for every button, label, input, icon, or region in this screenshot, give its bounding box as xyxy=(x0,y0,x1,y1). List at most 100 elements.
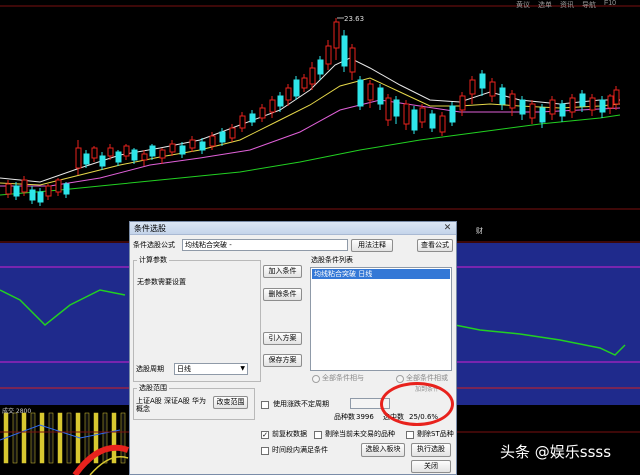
candle-body xyxy=(411,109,418,131)
candle-body xyxy=(189,139,196,149)
period-select-value: 日线 xyxy=(177,365,191,373)
view-formula-button[interactable]: 查看公式 xyxy=(417,239,453,252)
period-select[interactable]: 日线 ▼ xyxy=(174,363,248,375)
candle-body xyxy=(613,89,620,105)
candle-body xyxy=(45,185,52,197)
candle-body xyxy=(325,45,332,65)
top-menu-item-4[interactable]: 导航 xyxy=(582,0,596,9)
save-plan-button[interactable]: 保存方案 xyxy=(263,354,302,367)
candle-body xyxy=(569,97,576,113)
volume-bar xyxy=(30,412,36,464)
peak-price-label: 23.63 xyxy=(344,15,365,23)
delete-condition-button[interactable]: 删除条件 xyxy=(263,288,302,301)
bottom-panel-label: 成交 2800 xyxy=(2,408,32,415)
candle-body xyxy=(209,135,216,147)
uncertain-period-label: 使用涨跌不定周期 xyxy=(273,400,329,408)
condition-list-title: 选股条件列表 xyxy=(311,256,353,264)
chevron-down-icon: ▼ xyxy=(240,365,245,372)
candle-body xyxy=(13,185,20,197)
usage-notes-button[interactable]: 用法注释 xyxy=(351,239,393,252)
exclude-untraded-checkbox[interactable] xyxy=(314,431,322,439)
formula-label: 条件选股公式 xyxy=(133,241,175,249)
volume-bar xyxy=(48,412,54,464)
radio-all-and-label: 全部条件相与 xyxy=(322,374,364,382)
candle-body xyxy=(259,107,266,119)
to-board-button[interactable]: 选股入板块 xyxy=(361,443,405,457)
run-screen-button[interactable]: 执行选股 xyxy=(411,443,451,457)
volume-bar xyxy=(21,412,27,464)
candle-body xyxy=(75,147,82,169)
candle-body xyxy=(149,145,156,157)
candle-body xyxy=(367,83,374,101)
top-menu-item-1[interactable]: 黄议 xyxy=(516,0,530,9)
candle-body xyxy=(459,95,466,111)
candle-body xyxy=(539,107,546,123)
dialog-titlebar[interactable]: 条件选股 ✕ xyxy=(130,222,456,235)
close-button[interactable]: 关闭 xyxy=(411,460,451,473)
time-period-label: 时间段内满足条件 xyxy=(272,446,328,454)
top-menu-item-2[interactable]: 选单 xyxy=(538,0,552,9)
candle-body xyxy=(439,115,446,133)
candle-body xyxy=(419,107,426,123)
candle-body xyxy=(309,67,316,85)
candle-body xyxy=(589,97,596,111)
candle-body xyxy=(179,145,186,155)
dialog-title: 条件选股 xyxy=(134,224,166,233)
candle-body xyxy=(277,95,284,107)
params-group-title: 计算参数 xyxy=(137,256,169,265)
volume-bar xyxy=(102,412,108,464)
candle-body xyxy=(341,35,348,67)
close-icon[interactable]: ✕ xyxy=(442,223,453,233)
candle-body xyxy=(559,103,566,117)
candle-body xyxy=(285,87,292,101)
period-label: 选股周期 xyxy=(136,365,164,373)
condition-list-item[interactable]: 均线粘合突破 日线 xyxy=(312,269,450,279)
candle-body xyxy=(519,99,526,115)
radio-all-and[interactable] xyxy=(312,375,320,383)
candle-body xyxy=(469,79,476,95)
candle-body xyxy=(123,145,130,157)
candle-body xyxy=(489,81,496,97)
top-menu-item-3[interactable]: 资讯 xyxy=(560,0,574,9)
radio-all-or[interactable] xyxy=(396,375,404,383)
candle-body xyxy=(333,21,340,49)
time-period-checkbox[interactable] xyxy=(261,447,269,455)
candle-body xyxy=(199,141,206,151)
add-condition-button[interactable]: 加入条件 xyxy=(263,265,302,278)
condition-list[interactable]: 均线粘合突破 日线 xyxy=(310,267,452,371)
uncertain-period-checkbox[interactable] xyxy=(261,401,269,409)
candle-body xyxy=(499,87,506,105)
count-label: 品种数 xyxy=(334,413,355,421)
candle-body xyxy=(219,131,226,143)
candle-body xyxy=(131,149,138,161)
watermark: 头条 @娱乐ssss xyxy=(500,443,612,461)
candle-body xyxy=(21,179,28,193)
count-value: 3996 xyxy=(356,413,374,421)
highlight-circle xyxy=(380,382,454,426)
candle-body xyxy=(607,95,614,109)
candle-body xyxy=(37,191,44,203)
candle-body xyxy=(599,99,606,113)
candle-body xyxy=(317,59,324,75)
candle-body xyxy=(99,155,106,167)
range-group-title: 选股范围 xyxy=(137,384,169,393)
change-range-button[interactable]: 改变范围 xyxy=(213,396,248,409)
candle-body xyxy=(479,73,486,89)
no-params-text: 无参数需要设置 xyxy=(137,278,186,286)
volume-bar xyxy=(39,412,45,464)
volume-bar xyxy=(111,412,117,464)
candle-body xyxy=(579,93,586,107)
candle-body xyxy=(403,103,410,125)
formula-select[interactable]: 均线粘合突破 - xyxy=(182,239,348,251)
candle-body xyxy=(115,151,122,163)
stock-screener-dialog: 条件选股 ✕ 条件选股公式 均线粘合突破 - 用法注释 查看公式 计算参数 无参… xyxy=(129,221,457,475)
candle-body xyxy=(509,93,516,109)
candle-body xyxy=(169,143,176,153)
exclude-st-label: 剔除ST品种 xyxy=(417,430,454,438)
adjust-checkbox[interactable]: ✓ xyxy=(261,431,269,439)
candle-body xyxy=(229,127,236,139)
exclude-st-checkbox[interactable] xyxy=(406,431,414,439)
top-menu-item-5[interactable]: F10 xyxy=(604,0,616,9)
candle-body xyxy=(91,147,98,159)
import-plan-button[interactable]: 引入方案 xyxy=(263,332,302,345)
